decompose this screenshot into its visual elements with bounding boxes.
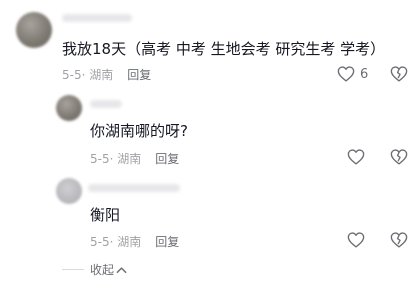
dislike-button[interactable]	[390, 232, 408, 248]
collapse-divider	[62, 269, 84, 270]
reply-date-location: 5-5· 湖南	[90, 152, 142, 166]
collapse-label: 收起	[90, 263, 115, 277]
like-count: 6	[360, 66, 369, 82]
username-blurred[interactable]	[62, 14, 132, 22]
reply-username-blurred[interactable]	[90, 100, 122, 108]
reply-button[interactable]: 回复	[155, 235, 179, 249]
like-button[interactable]	[347, 149, 365, 165]
comment-text: 我放18天（高考 中考 生地会考 研究生考 学考）	[62, 40, 386, 58]
broken-heart-icon	[390, 66, 408, 82]
reply-date-location: 5-5· 湖南	[90, 235, 142, 249]
dislike-button[interactable]	[390, 149, 408, 165]
reply-text: 衡阳	[90, 206, 121, 224]
avatar[interactable]	[16, 12, 52, 48]
reply-button[interactable]: 回复	[155, 152, 179, 166]
heart-outline-icon	[347, 232, 365, 248]
like-button[interactable]	[347, 232, 365, 248]
reply-text: 你湖南哪的呀?	[90, 122, 188, 140]
broken-heart-icon	[390, 232, 408, 248]
broken-heart-icon	[390, 149, 408, 165]
heart-outline-icon	[347, 149, 365, 165]
reply-avatar[interactable]	[56, 95, 82, 121]
heart-outline-icon	[337, 66, 355, 82]
collapse-replies-button[interactable]: 收起	[62, 261, 127, 278]
reply-button[interactable]: 回复	[127, 68, 151, 82]
comment-date-location: 5-5· 湖南	[62, 68, 114, 82]
dislike-button[interactable]	[390, 66, 408, 82]
comment-thread: 我放18天（高考 中考 生地会考 研究生考 学考） 5-5· 湖南 回复 6 你湖…	[0, 0, 418, 293]
like-button[interactable]: 6	[337, 66, 368, 82]
chevron-up-icon	[116, 266, 127, 273]
reply-meta: 5-5· 湖南 回复	[90, 151, 179, 167]
comment-meta: 5-5· 湖南 回复	[62, 67, 151, 83]
reply-meta: 5-5· 湖南 回复	[90, 234, 179, 250]
reply-avatar[interactable]	[56, 178, 82, 204]
reply-username-blurred[interactable]	[88, 184, 180, 192]
